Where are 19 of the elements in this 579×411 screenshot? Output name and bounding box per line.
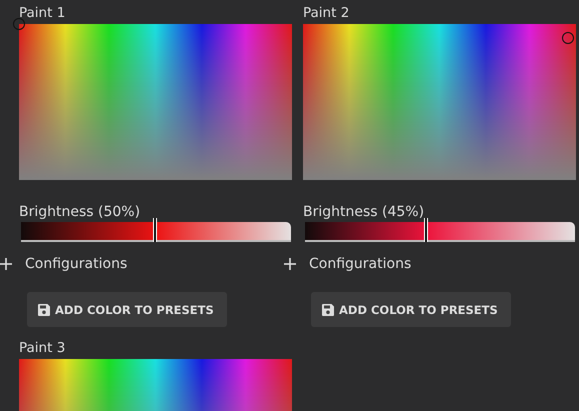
add-to-presets-button[interactable]: ADD COLOR TO PRESETS (311, 292, 511, 327)
save-icon (321, 302, 335, 316)
configurations-toggle[interactable]: Configurations (309, 256, 412, 272)
color-picker-handle[interactable] (562, 32, 574, 44)
paint-title: Paint 3 (19, 339, 66, 358)
slider-thumb[interactable] (424, 218, 428, 242)
color-spectrum[interactable] (19, 24, 292, 180)
paint-title: Paint 1 (19, 4, 66, 23)
expand-icon[interactable] (0, 258, 12, 270)
color-spectrum[interactable] (303, 24, 576, 180)
configurations-toggle[interactable]: Configurations (25, 256, 128, 272)
color-picker-handle[interactable] (13, 18, 25, 30)
slider-thumb[interactable] (153, 218, 157, 242)
brightness-label: Brightness (45%) (303, 203, 426, 222)
save-icon (37, 302, 51, 316)
expand-icon[interactable] (284, 258, 296, 270)
add-to-presets-button[interactable]: ADD COLOR TO PRESETS (27, 292, 227, 327)
brightness-label: Brightness (50%) (19, 203, 142, 222)
paint-title: Paint 2 (303, 4, 350, 23)
